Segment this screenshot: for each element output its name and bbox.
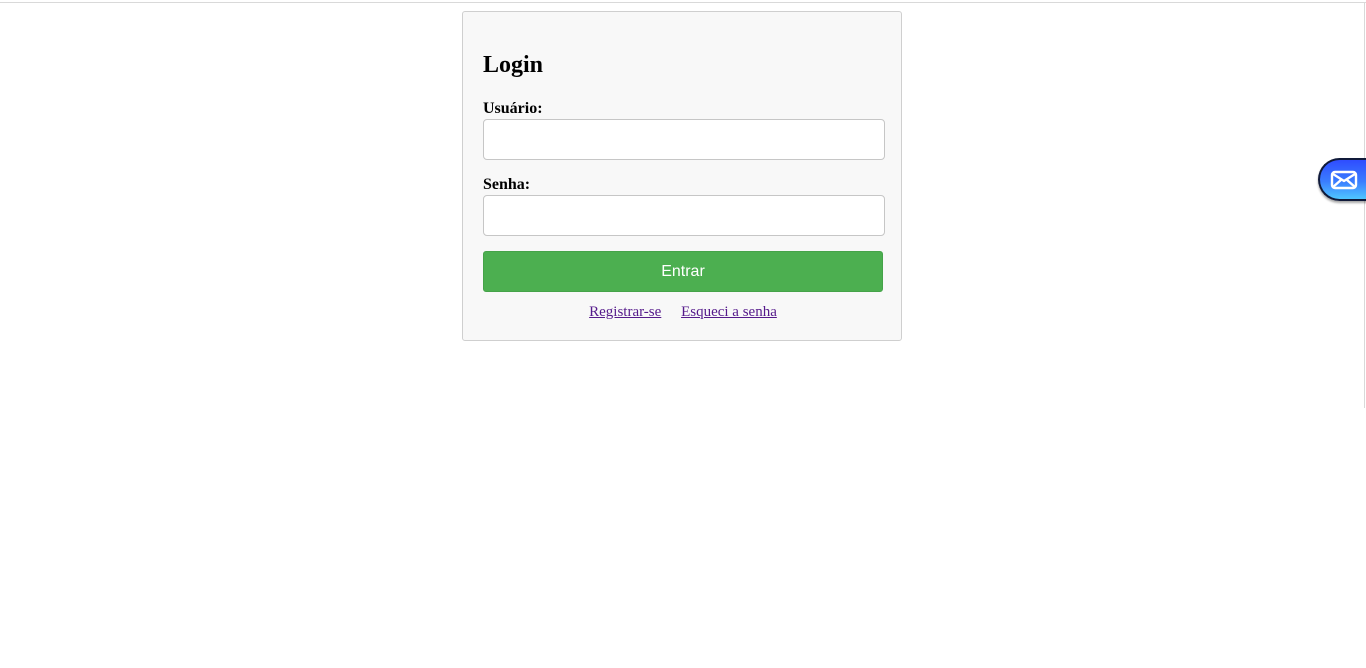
page-right-divider — [1364, 2, 1365, 408]
page-top-divider — [0, 2, 1366, 3]
login-form: Login Usuário: Senha: Entrar Registrar-s… — [462, 11, 902, 341]
message-widget-button[interactable] — [1318, 158, 1366, 201]
mail-icon — [1330, 170, 1358, 190]
login-links: Registrar-se Esqueci a senha — [483, 303, 883, 321]
forgot-password-link[interactable]: Esqueci a senha — [681, 304, 777, 320]
password-input[interactable] — [483, 195, 885, 236]
password-label: Senha: — [483, 176, 531, 193]
login-submit-button[interactable]: Entrar — [483, 251, 883, 292]
username-input[interactable] — [483, 119, 885, 160]
login-title: Login — [483, 52, 544, 78]
username-label: Usuário: — [483, 100, 543, 117]
register-link[interactable]: Registrar-se — [589, 304, 661, 320]
